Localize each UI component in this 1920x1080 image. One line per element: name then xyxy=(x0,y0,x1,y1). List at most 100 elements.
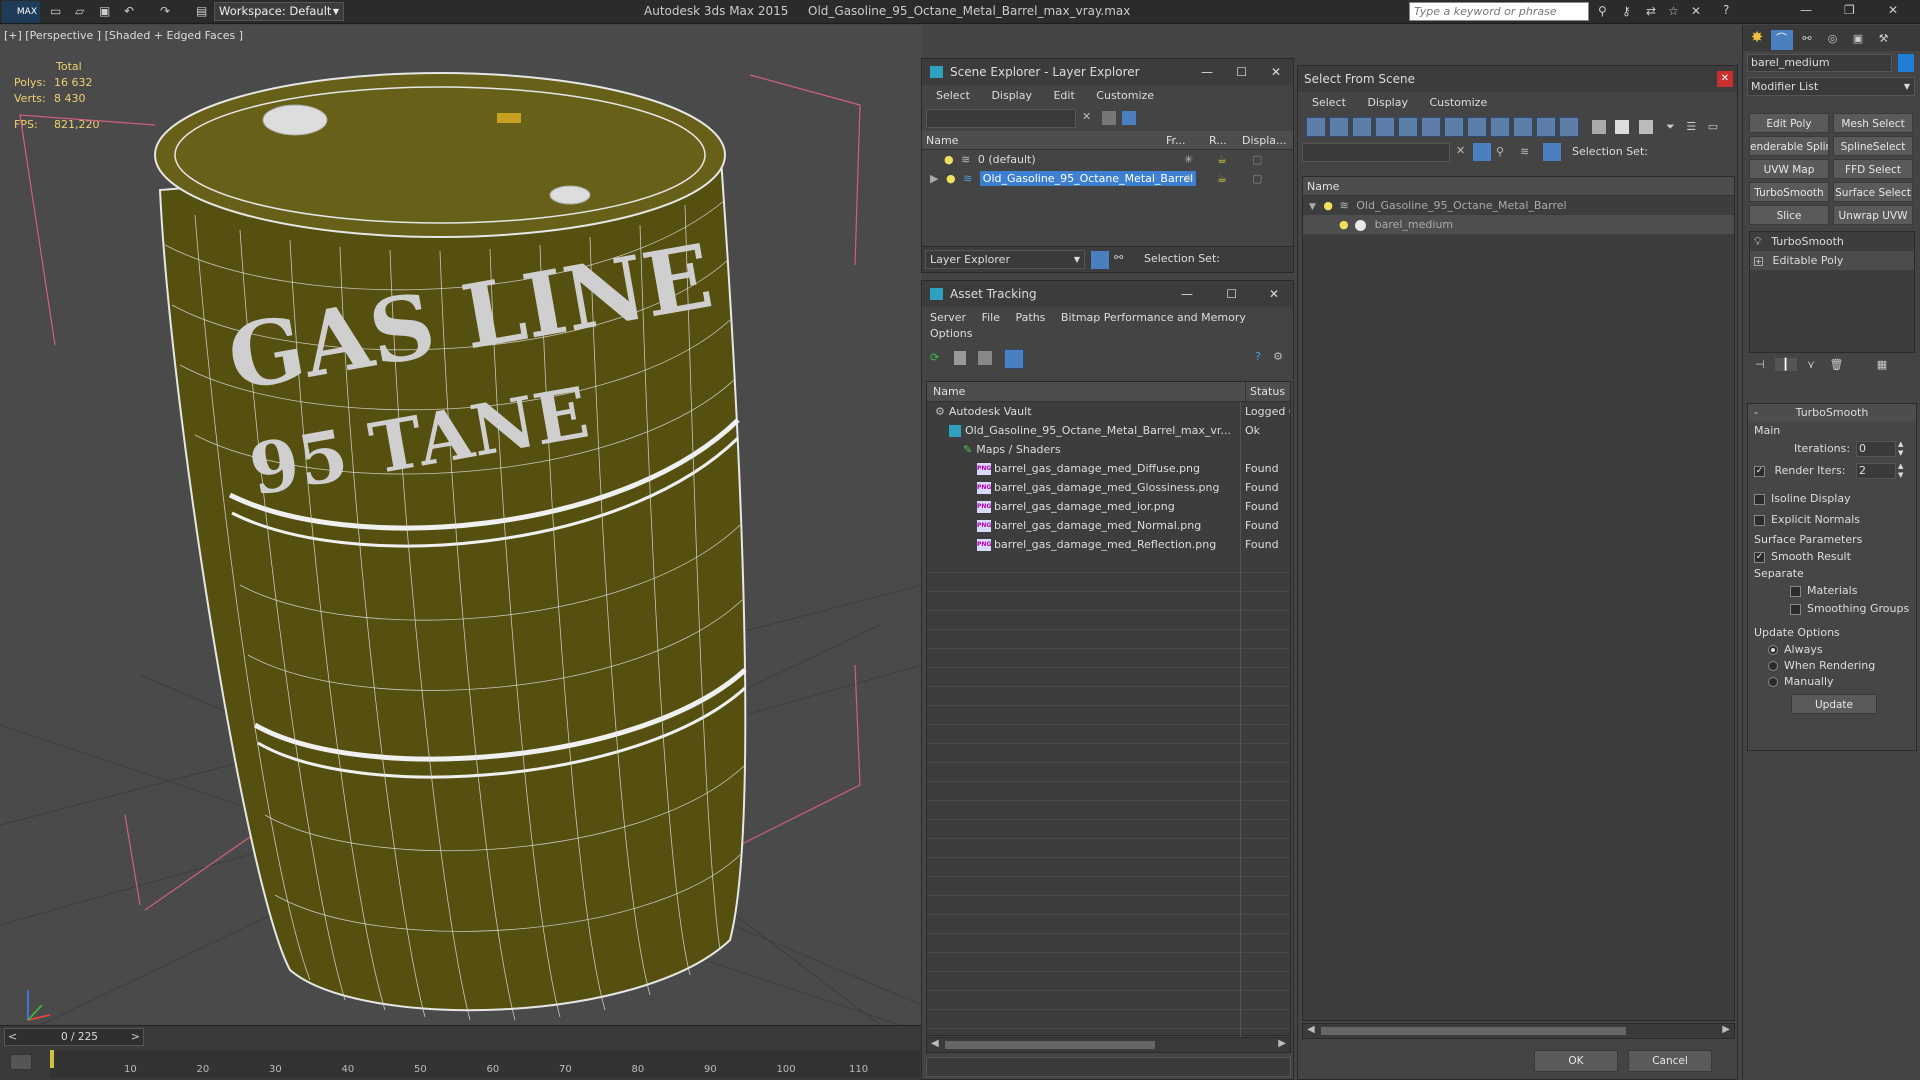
freeze-icon[interactable]: ✳ xyxy=(1184,169,1193,188)
layers-icon[interactable]: ≋ xyxy=(1520,145,1529,158)
select-invert-icon[interactable] xyxy=(1638,120,1653,134)
manually-radio[interactable] xyxy=(1768,677,1778,687)
smoothing-groups-checkbox[interactable] xyxy=(1790,603,1801,615)
lightbulb-icon[interactable]: 💡︎ xyxy=(1754,235,1762,248)
select-none-icon[interactable] xyxy=(1615,120,1629,134)
modify-tab-icon[interactable]: ⌒ xyxy=(1770,30,1793,50)
bone-filter-icon[interactable] xyxy=(1490,117,1510,137)
col-display[interactable]: Displa... xyxy=(1242,131,1287,149)
object-color-swatch[interactable] xyxy=(1898,54,1914,72)
layer-row[interactable]: ● ≋ 0 (default) ✳ ☕ ▢ xyxy=(922,150,1293,169)
tree-item[interactable]: ● barel_medium xyxy=(1303,215,1734,234)
col-freeze[interactable]: Fr... xyxy=(1166,131,1186,149)
modifier-button[interactable]: Unwrap UVW xyxy=(1833,205,1913,225)
undo-icon[interactable]: ↶ xyxy=(124,4,134,18)
create-tab-icon[interactable]: ✸ xyxy=(1747,28,1767,48)
filter-icon[interactable] xyxy=(1473,143,1491,161)
explicit-row[interactable]: Explicit Normals xyxy=(1754,509,1910,530)
maximize-icon[interactable]: ☐ xyxy=(1226,281,1237,307)
utilities-tab-icon[interactable]: ⚒ xyxy=(1873,32,1895,52)
light-filter-icon[interactable] xyxy=(1352,117,1372,137)
ok-button[interactable]: OK xyxy=(1534,1050,1618,1072)
modifier-button[interactable]: SplineSelect xyxy=(1833,136,1913,156)
lightbulb-icon[interactable]: ● xyxy=(1323,199,1333,212)
display-icon[interactable]: ▢ xyxy=(1252,150,1262,169)
modifier-button[interactable]: Slice xyxy=(1749,205,1829,225)
smooth-result-checkbox[interactable]: ✓ xyxy=(1754,551,1765,563)
stack-item-turbosmooth[interactable]: 💡︎ TurboSmooth xyxy=(1750,232,1914,251)
scene-search-input[interactable] xyxy=(1302,143,1450,162)
menu-options[interactable]: Options xyxy=(930,326,1285,342)
render-iters-checkbox[interactable]: ✓ xyxy=(1754,465,1765,477)
display-icon[interactable]: ▢ xyxy=(1252,169,1262,188)
hierarchy-icon[interactable]: ⚯ xyxy=(1114,251,1123,264)
layer-mode-icon[interactable] xyxy=(1091,251,1109,269)
tree-item[interactable]: ▼ ● ≋ Old_Gasoline_95_Octane_Metal_Barre… xyxy=(1303,196,1734,215)
col-name[interactable]: Name xyxy=(927,385,965,398)
save-icon[interactable]: ▣ xyxy=(99,4,110,18)
menu-file[interactable]: File xyxy=(982,311,1000,324)
hierarchy-tab-icon[interactable]: ⚯ xyxy=(1796,32,1818,52)
clear-search-icon[interactable]: ✕ xyxy=(1456,144,1465,157)
menu-edit[interactable]: Edit xyxy=(1053,89,1074,102)
layer-explorer-titlebar[interactable]: Scene Explorer - Layer Explorer — ☐ ✕ xyxy=(922,59,1293,85)
lightbulb-icon[interactable]: ● xyxy=(944,153,954,166)
col-name[interactable]: Name xyxy=(926,134,958,147)
update-button[interactable]: Update xyxy=(1791,694,1877,714)
menu-customize[interactable]: Customize xyxy=(1096,89,1154,102)
spinner-arrows-icon[interactable]: ▲ ▼ xyxy=(1898,462,1903,480)
collapse-minus-icon[interactable]: - xyxy=(1754,404,1758,422)
rollout-header[interactable]: - TurboSmooth xyxy=(1748,404,1916,422)
asset-row[interactable]: PNG barrel_gas_damage_med_Reflection.png F… xyxy=(927,535,1290,554)
close-x-icon[interactable]: ✕ xyxy=(1691,4,1701,18)
freeze-icon[interactable]: ✳ xyxy=(1184,150,1193,169)
lightbulb-icon[interactable]: ● xyxy=(946,172,956,185)
close-icon[interactable]: ✕ xyxy=(1717,71,1733,87)
minimize-icon[interactable]: — xyxy=(1800,3,1812,17)
list-icon[interactable] xyxy=(954,351,966,365)
render-icon[interactable]: ☕ xyxy=(1217,169,1227,188)
asset-row[interactable]: PNG barrel_gas_damage_med_ior.png Found xyxy=(927,497,1290,516)
spacewarp-filter-icon[interactable] xyxy=(1421,117,1441,137)
geometry-filter-icon[interactable] xyxy=(1306,117,1326,137)
modifier-button[interactable]: FFD Select xyxy=(1833,159,1913,179)
scroll-thumb[interactable] xyxy=(945,1041,1155,1049)
helper-filter-icon[interactable] xyxy=(1398,117,1418,137)
display-tab-icon[interactable]: ▣ xyxy=(1847,32,1869,52)
modifier-button[interactable]: enderable Splir xyxy=(1749,136,1829,156)
exchange-icon[interactable]: ⇄ xyxy=(1646,4,1656,18)
scroll-left-icon[interactable]: ◀ xyxy=(1307,1024,1315,1035)
table-icon[interactable] xyxy=(978,351,992,365)
project-icon[interactable]: ▤ xyxy=(196,4,207,18)
make-unique-icon[interactable]: ⋎ xyxy=(1800,358,1822,371)
always-row[interactable]: Always xyxy=(1754,642,1910,658)
close-icon[interactable]: ✕ xyxy=(1269,281,1279,307)
settings-icon[interactable]: ⚙ xyxy=(1273,350,1283,363)
scroll-thumb[interactable] xyxy=(1321,1027,1626,1035)
col-render[interactable]: R... xyxy=(1209,131,1227,149)
xref-filter-icon[interactable] xyxy=(1467,117,1487,137)
group-filter-icon[interactable] xyxy=(1444,117,1464,137)
asset-row[interactable]: PNG barrel_gas_damage_med_Diffuse.png Foun… xyxy=(927,459,1290,478)
clear-search-icon[interactable]: ✕ xyxy=(1082,110,1091,123)
find-icon[interactable]: ⚲ xyxy=(1496,145,1504,158)
open-file-icon[interactable]: ▱ xyxy=(75,4,84,18)
help-icon[interactable]: ? xyxy=(1255,350,1261,363)
tree-view-icon[interactable]: ☰ xyxy=(1686,120,1696,133)
menu-customize[interactable]: Customize xyxy=(1429,96,1487,109)
menu-paths[interactable]: Paths xyxy=(1016,311,1046,324)
show-end-result-icon[interactable]: ┃ xyxy=(1774,358,1797,371)
modifier-button[interactable]: UVW Map xyxy=(1749,159,1829,179)
asset-row[interactable]: Old_Gasoline_95_Octane_Metal_Barrel_max_… xyxy=(927,421,1290,440)
workspace-dropdown[interactable]: Workspace: Default ▼ xyxy=(214,2,344,21)
explorer-type-dropdown[interactable]: Layer Explorer ▼ xyxy=(925,250,1085,269)
modifier-button[interactable]: Mesh Select xyxy=(1833,113,1913,133)
new-file-icon[interactable]: ▭ xyxy=(50,4,61,18)
col-status[interactable]: Status xyxy=(1245,382,1285,401)
asset-row[interactable]: ⚙Autodesk Vault Logged O xyxy=(927,402,1290,421)
scroll-right-icon[interactable]: ▶ xyxy=(1278,1038,1286,1049)
hidden-filter-icon[interactable] xyxy=(1559,117,1579,137)
frozen-filter-icon[interactable] xyxy=(1536,117,1556,137)
pin-stack-icon[interactable]: ⊣ xyxy=(1749,358,1771,371)
expand-icon[interactable]: ▶ xyxy=(930,172,938,185)
